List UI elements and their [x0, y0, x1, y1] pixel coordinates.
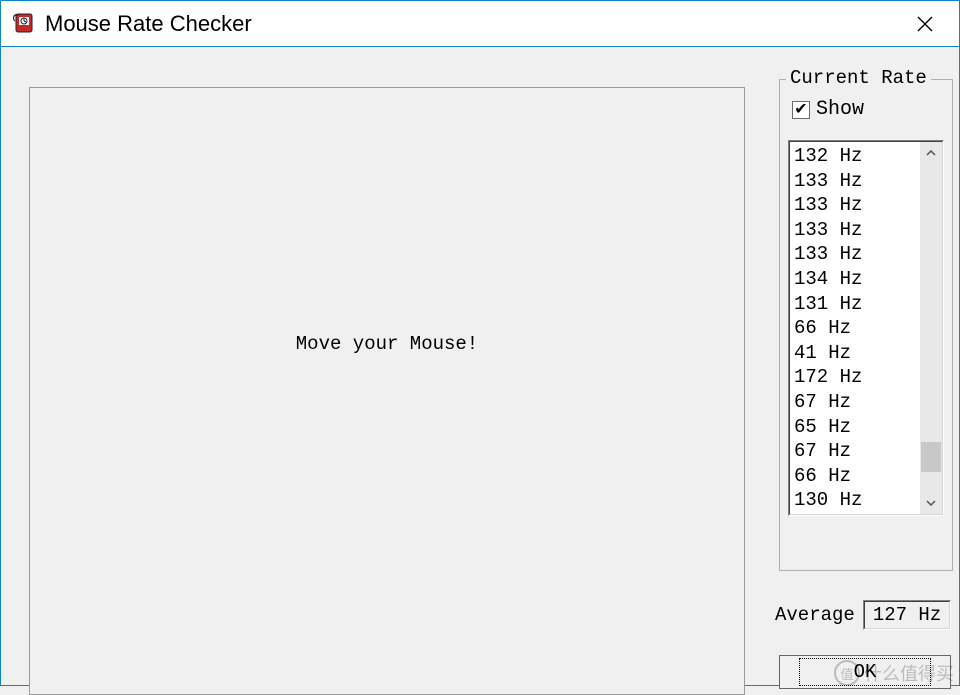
app-icon — [11, 11, 37, 37]
current-rate-legend: Current Rate — [786, 67, 931, 89]
scroll-down-button[interactable] — [920, 492, 942, 514]
scroll-track[interactable] — [920, 164, 942, 492]
average-label: Average — [775, 604, 855, 626]
chevron-up-icon — [926, 150, 936, 156]
list-item[interactable]: 67 Hz — [794, 439, 916, 464]
window-title: Mouse Rate Checker — [45, 11, 895, 37]
show-label: Show — [816, 98, 864, 121]
list-item[interactable]: 67 Hz — [794, 390, 916, 415]
ok-button-label: OK — [799, 658, 932, 686]
rate-items: 132 Hz133 Hz133 Hz133 Hz133 Hz134 Hz131 … — [790, 142, 920, 514]
client-area: Move your Mouse! Current Rate ✔ Show 132… — [1, 47, 959, 685]
titlebar: Mouse Rate Checker — [1, 1, 959, 47]
list-item[interactable]: 65 Hz — [794, 415, 916, 440]
ok-button[interactable]: OK — [779, 655, 951, 689]
current-rate-group: Current Rate ✔ Show 132 Hz133 Hz133 Hz13… — [779, 79, 953, 571]
list-item[interactable]: 133 Hz — [794, 169, 916, 194]
instruction-text: Move your Mouse! — [296, 333, 478, 355]
chevron-down-icon — [926, 500, 936, 506]
list-item[interactable]: 133 Hz — [794, 193, 916, 218]
show-toggle-row: ✔ Show — [792, 98, 864, 121]
list-item[interactable]: 131 Hz — [794, 292, 916, 317]
rate-listbox[interactable]: 132 Hz133 Hz133 Hz133 Hz133 Hz134 Hz131 … — [788, 140, 944, 516]
close-button[interactable] — [895, 1, 955, 47]
scroll-up-button[interactable] — [920, 142, 942, 164]
app-window: Mouse Rate Checker Move your Mouse! Curr… — [0, 0, 960, 686]
average-row: Average 127 Hz — [775, 600, 951, 630]
list-item[interactable]: 130 Hz — [794, 488, 916, 513]
rate-listbox-inner: 132 Hz133 Hz133 Hz133 Hz133 Hz134 Hz131 … — [789, 141, 943, 515]
tracking-panel[interactable]: Move your Mouse! — [29, 87, 745, 695]
show-checkbox[interactable]: ✔ — [792, 101, 810, 119]
list-item[interactable]: 133 Hz — [794, 218, 916, 243]
list-item[interactable]: 132 Hz — [794, 144, 916, 169]
list-item[interactable]: 66 Hz — [794, 316, 916, 341]
average-field: 127 Hz — [863, 600, 951, 630]
list-item[interactable]: 134 Hz — [794, 267, 916, 292]
scrollbar[interactable] — [920, 142, 942, 514]
list-item[interactable]: 172 Hz — [794, 365, 916, 390]
list-item[interactable]: 133 Hz — [794, 242, 916, 267]
close-icon — [917, 16, 933, 32]
list-item[interactable]: 41 Hz — [794, 341, 916, 366]
average-value: 127 Hz — [864, 601, 950, 629]
scroll-thumb[interactable] — [921, 442, 941, 472]
list-item[interactable]: 66 Hz — [794, 464, 916, 489]
